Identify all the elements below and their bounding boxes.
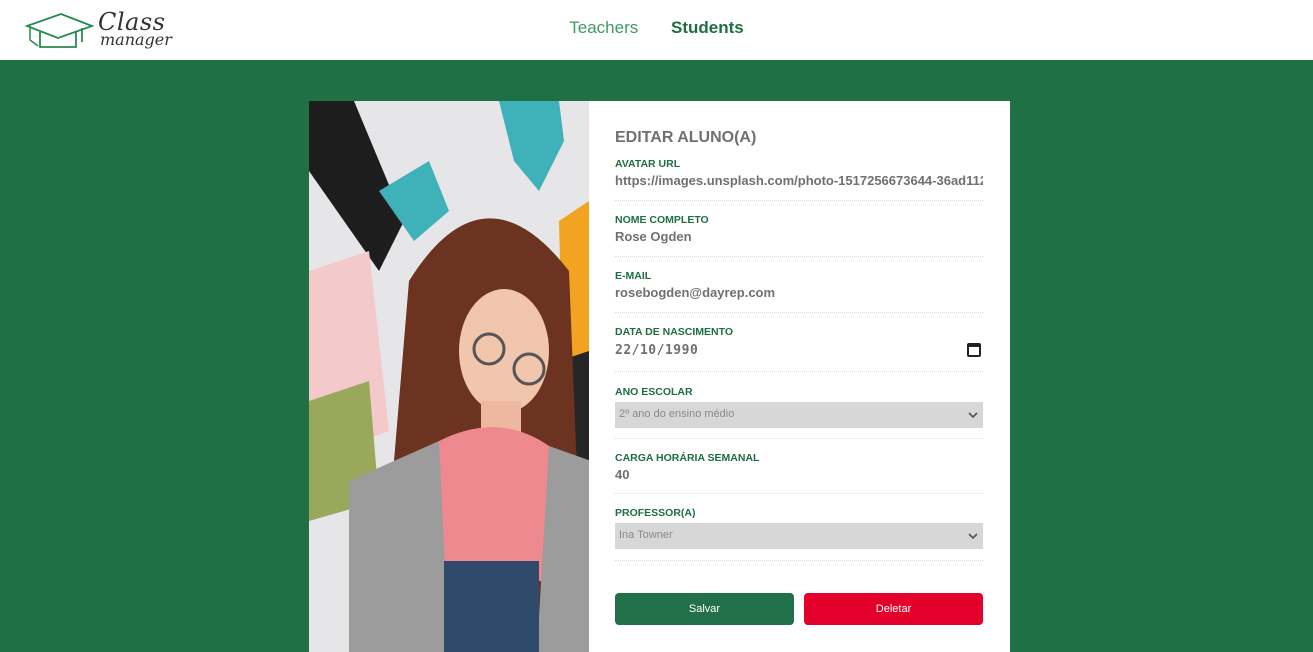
- birth-date-value: 22/10/1990: [615, 343, 699, 358]
- main-nav: Teachers Students: [0, 18, 1313, 38]
- weekly-hours-field: CARGA HORÁRIA SEMANAL 40: [615, 439, 983, 494]
- nav-teachers-link[interactable]: Teachers: [569, 18, 638, 38]
- weekly-hours-label: CARGA HORÁRIA SEMANAL: [615, 452, 760, 464]
- top-header: Class manager Teachers Students: [0, 0, 1313, 60]
- teacher-select[interactable]: Ina Towner: [615, 523, 983, 549]
- full-name-input[interactable]: Rose Ogden: [615, 227, 983, 247]
- chevron-down-icon: [968, 412, 978, 419]
- avatar-url-label: AVATAR URL: [615, 158, 681, 170]
- avatar-url-field: AVATAR URL https://images.unsplash.com/p…: [615, 157, 983, 201]
- teacher-field: PROFESSOR(A) Ina Towner: [615, 494, 983, 561]
- school-year-label: ANO ESCOLAR: [615, 386, 693, 398]
- avatar-url-input[interactable]: https://images.unsplash.com/photo-151725…: [615, 171, 983, 191]
- school-year-selected: 2º ano do ensino médio: [619, 408, 735, 420]
- birth-date-label: DATA DE NASCIMENTO: [615, 326, 734, 338]
- save-button[interactable]: Salvar: [615, 593, 794, 625]
- weekly-hours-input[interactable]: 40: [615, 465, 983, 485]
- student-avatar-photo: [309, 101, 589, 652]
- email-field: E-MAIL rosebogden@dayrep.com: [615, 257, 983, 313]
- edit-student-card: EDITAR ALUNO(A) AVATAR URL https://image…: [309, 101, 1010, 652]
- school-year-select[interactable]: 2º ano do ensino médio: [615, 402, 983, 428]
- chevron-down-icon: [968, 533, 978, 540]
- edit-student-form: EDITAR ALUNO(A) AVATAR URL https://image…: [615, 129, 983, 561]
- calendar-icon[interactable]: [967, 343, 981, 357]
- email-input[interactable]: rosebogden@dayrep.com: [615, 283, 983, 303]
- email-label: E-MAIL: [615, 270, 652, 282]
- form-title: EDITAR ALUNO(A): [615, 129, 757, 146]
- birth-date-field: DATA DE NASCIMENTO 22/10/1990: [615, 313, 983, 372]
- full-name-field: NOME COMPLETO Rose Ogden: [615, 201, 983, 257]
- teacher-selected: Ina Towner: [619, 529, 673, 541]
- full-name-label: NOME COMPLETO: [615, 214, 709, 226]
- teacher-label: PROFESSOR(A): [615, 507, 696, 519]
- form-actions: Salvar Deletar: [615, 593, 983, 625]
- birth-date-input[interactable]: 22/10/1990: [615, 339, 983, 363]
- delete-button[interactable]: Deletar: [804, 593, 983, 625]
- nav-students-link[interactable]: Students: [671, 18, 744, 38]
- school-year-field: ANO ESCOLAR 2º ano do ensino médio: [615, 372, 983, 439]
